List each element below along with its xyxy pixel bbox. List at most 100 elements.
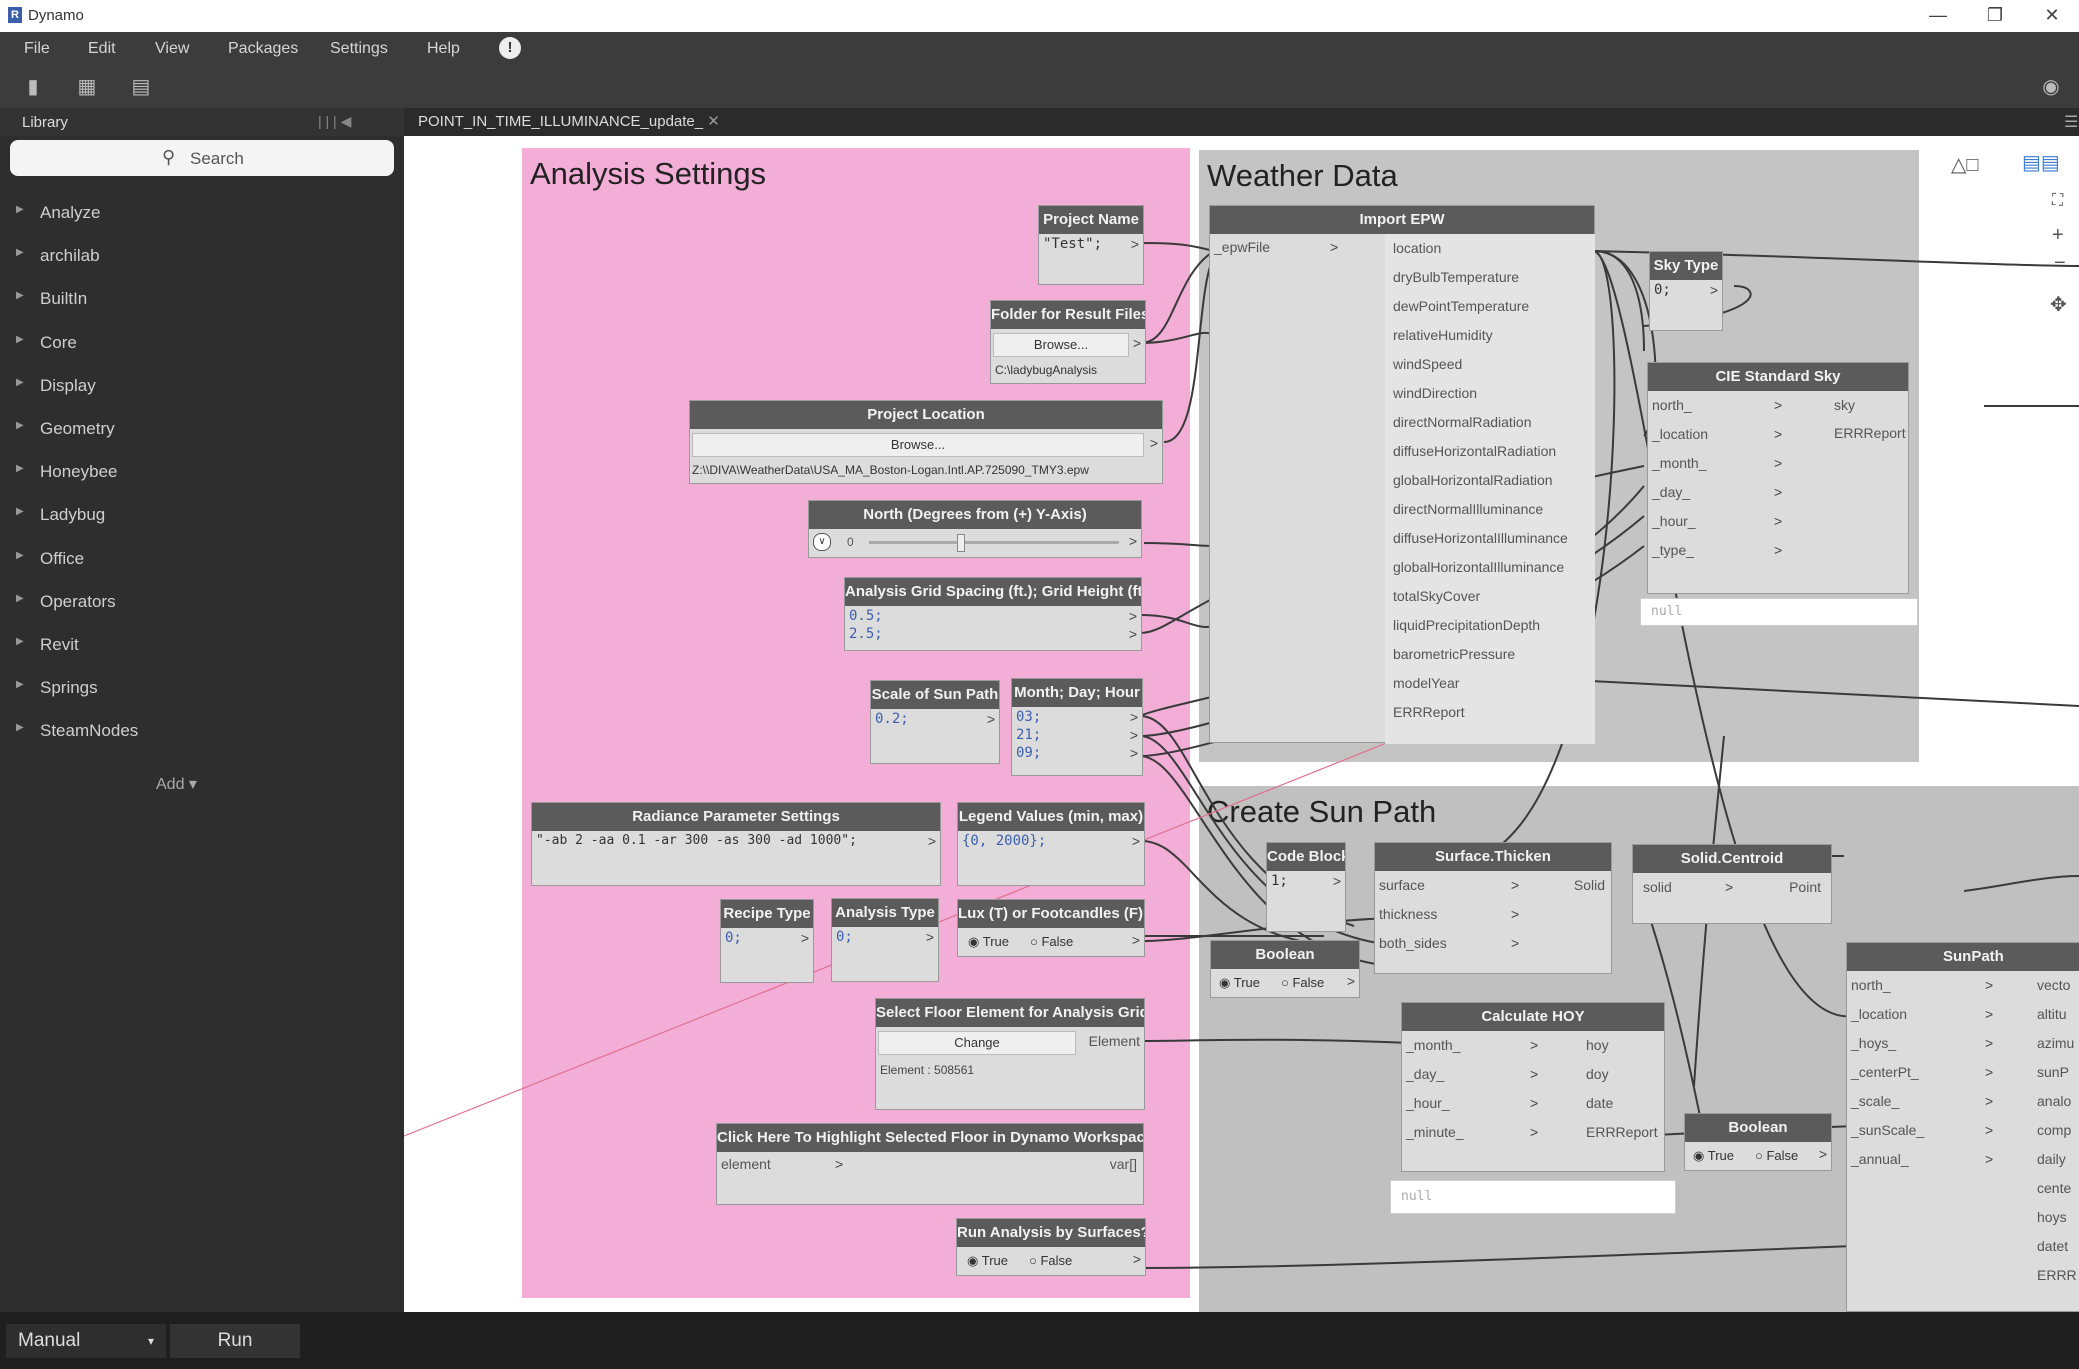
output-port[interactable]: > [1133, 1251, 1141, 1267]
library-item-geometry[interactable]: ▶ Geometry [0, 408, 404, 451]
output-port-hoy[interactable]: hoy [1586, 1037, 1609, 1053]
output-port-solid[interactable]: Solid [1574, 877, 1605, 893]
recipe-value[interactable]: 0; [725, 930, 742, 946]
legend-value[interactable]: {0, 2000}; [962, 833, 1046, 849]
node-scale-sun-path[interactable]: Scale of Sun Path 0.2; > [870, 680, 1000, 764]
output-port-errreport[interactable]: ERRReport [1393, 704, 1465, 720]
node-code-block[interactable]: Code Block 1; > [1266, 842, 1346, 932]
input-port-type[interactable]: _type_ [1652, 542, 1694, 558]
node-code[interactable]: "Test"; [1043, 236, 1102, 252]
radio-false[interactable]: ○ False [1281, 975, 1324, 990]
input-port-element[interactable]: element [721, 1156, 771, 1172]
hour-value[interactable]: 09; [1016, 745, 1041, 761]
menu-edit[interactable]: Edit [88, 40, 116, 58]
node-boolean[interactable]: Boolean ◉ True ○ False > [1210, 940, 1360, 998]
node-sunpath[interactable]: SunPath north_ > _location > _hoys_ > _centerP… [1846, 942, 2079, 1312]
radio-true[interactable]: ◉ True [967, 1253, 1008, 1269]
library-search-input[interactable]: ⚲ Search [10, 140, 394, 176]
input-port-location[interactable]: _location [1652, 426, 1708, 442]
output-port-drybulbtemperature[interactable]: dryBulbTemperature [1393, 269, 1519, 285]
input-port-epwfile[interactable]: _epwFile [1214, 239, 1270, 255]
code-block-value[interactable]: 1; [1271, 873, 1288, 889]
library-item-archilab[interactable]: ▶ archilab [0, 235, 404, 278]
node-import-epw[interactable]: Import EPW _epwFile > location dryBulbTem… [1209, 205, 1595, 744]
node-sky-type[interactable]: Sky Type 0; > [1649, 251, 1723, 331]
output-port-analo[interactable]: analo [2037, 1093, 2071, 1109]
workspace-canvas[interactable]: Analysis Settings Weather Data Create Su… [404, 136, 2079, 1312]
tab-close-icon[interactable]: ✕ [707, 113, 720, 130]
change-button[interactable]: Change [878, 1031, 1076, 1055]
library-item-operators[interactable]: ▶ Operators [0, 581, 404, 624]
input-port-north[interactable]: north_ [1851, 977, 1891, 993]
output-port[interactable]: > [1129, 626, 1137, 642]
node-radiance-parameters[interactable]: Radiance Parameter Settings "-ab 2 -aa 0… [531, 802, 941, 886]
input-port-month[interactable]: _month_ [1406, 1037, 1460, 1053]
scale-value[interactable]: 0.2; [875, 711, 909, 727]
screenshot-camera-icon[interactable]: ◉ [2040, 76, 2062, 98]
run-mode-select[interactable]: Manual ▾ [6, 1324, 166, 1358]
grid-height-value[interactable]: 2.5; [849, 626, 883, 642]
output-port-directnormalilluminance[interactable]: directNormalIlluminance [1393, 501, 1543, 517]
output-port[interactable]: > [1129, 533, 1137, 549]
radio-false[interactable]: ○ False [1755, 1148, 1798, 1163]
input-port-north[interactable]: north_ [1652, 397, 1692, 413]
tab-menu-icon[interactable]: ☰ [2064, 112, 2078, 132]
month-value[interactable]: 03; [1016, 709, 1041, 725]
tab-workspace[interactable]: POINT_IN_TIME_ILLUMINANCE_update_ ✕ [412, 108, 726, 136]
input-port-minute[interactable]: _minute_ [1406, 1124, 1464, 1140]
output-port-totalskycover[interactable]: totalSkyCover [1393, 588, 1480, 604]
output-port-location[interactable]: location [1393, 240, 1441, 256]
input-port-day[interactable]: _day_ [1652, 484, 1690, 500]
output-port-diffusehorizontalilluminance[interactable]: diffuseHorizontalIlluminance [1393, 530, 1568, 546]
minimize-icon[interactable]: — [1918, 2, 1958, 28]
node-grid-spacing[interactable]: Analysis Grid Spacing (ft.); Grid Height… [844, 577, 1142, 651]
node-highlight-floor[interactable]: Click Here To Highlight Selected Floor i… [716, 1123, 1144, 1205]
node-calculate-hoy[interactable]: Calculate HOY _month_ > _day_ > _hour_ > _minu… [1401, 1002, 1665, 1172]
radiance-value[interactable]: "-ab 2 -aa 0.1 -ar 300 -as 300 -ad 1000"… [536, 833, 857, 848]
input-port-annual[interactable]: _annual_ [1851, 1151, 1909, 1167]
close-icon[interactable]: ✕ [2032, 2, 2072, 28]
analysis-type-value[interactable]: 0; [836, 929, 853, 945]
input-port-hour[interactable]: _hour_ [1652, 513, 1696, 529]
output-port[interactable]: > [1130, 709, 1138, 725]
library-collapse-icon[interactable]: | | | ◀ [318, 113, 351, 130]
output-port[interactable]: > [801, 930, 809, 946]
output-port-hoys[interactable]: hoys [2037, 1209, 2067, 1225]
library-item-display[interactable]: ▶ Display [0, 365, 404, 408]
node-month-day-hour[interactable]: Month; Day; Hour 03; 21; 09; > > > [1011, 678, 1143, 776]
node-analysis-type[interactable]: Analysis Type 0; > [831, 898, 939, 982]
node-solid-centroid[interactable]: Solid.Centroid solid > Point [1632, 844, 1832, 924]
menu-settings[interactable]: Settings [330, 40, 388, 58]
node-surface-thicken[interactable]: Surface.Thicken surface > thickness > both_s… [1374, 842, 1612, 974]
library-item-honeybee[interactable]: ▶ Honeybee [0, 451, 404, 494]
output-port[interactable]: > [928, 833, 936, 849]
input-port-centerpt[interactable]: _centerPt_ [1851, 1064, 1919, 1080]
day-value[interactable]: 21; [1016, 727, 1041, 743]
input-port-surface[interactable]: surface [1379, 877, 1425, 893]
input-port-solid[interactable]: solid [1643, 879, 1672, 895]
notification-icon[interactable]: ! [499, 37, 521, 59]
node-legend-values[interactable]: Legend Values (min, max) {0, 2000}; > [957, 802, 1145, 886]
node-project-location[interactable]: Project Location Browse... > Z:\\DIVA\We… [689, 400, 1163, 484]
library-item-springs[interactable]: ▶ Springs [0, 667, 404, 710]
library-item-core[interactable]: ▶ Core [0, 322, 404, 365]
new-file-icon[interactable]: ▮ [22, 76, 44, 98]
output-port-altitu[interactable]: altitu [2037, 1006, 2067, 1022]
radio-true[interactable]: ◉ True [1219, 975, 1260, 991]
output-port-modelyear[interactable]: modelYear [1393, 675, 1459, 691]
graph-view-icon[interactable]: ▤▤ [2022, 150, 2074, 174]
output-port-cente[interactable]: cente [2037, 1180, 2071, 1196]
input-port-scale[interactable]: _scale_ [1851, 1093, 1899, 1109]
output-port[interactable]: > [1129, 608, 1137, 624]
output-port-globalhorizontalradiation[interactable]: globalHorizontalRadiation [1393, 472, 1553, 488]
menu-help[interactable]: Help [427, 40, 460, 58]
output-port[interactable]: > [1333, 873, 1341, 889]
slider-expand-icon[interactable]: ∨ [813, 533, 831, 551]
output-port-winddirection[interactable]: windDirection [1393, 385, 1477, 401]
node-recipe-type[interactable]: Recipe Type 0; > [720, 899, 814, 983]
output-port-windspeed[interactable]: windSpeed [1393, 356, 1462, 372]
output-port-errreport[interactable]: ERRReport [1834, 425, 1906, 441]
slider-track[interactable] [869, 541, 1119, 544]
input-port-location[interactable]: _location [1851, 1006, 1907, 1022]
node-lux-boolean[interactable]: Lux (T) or Footcandles (F)? ◉ True ○ Fal… [957, 899, 1145, 957]
